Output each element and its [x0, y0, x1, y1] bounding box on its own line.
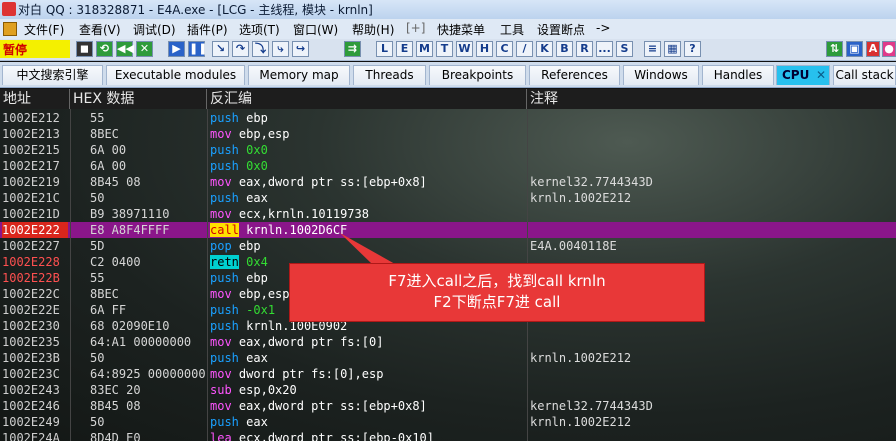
callout-pointer: [340, 233, 395, 264]
callout-line-2: F2下断点F7进 call: [433, 293, 561, 311]
callout-line-1: F7进入call之后，找到call krnln: [388, 272, 606, 290]
annotation-callout: F7进入call之后，找到call krnln F2下断点F7进 call: [289, 263, 705, 322]
callout-arrow-icon: [340, 233, 395, 264]
